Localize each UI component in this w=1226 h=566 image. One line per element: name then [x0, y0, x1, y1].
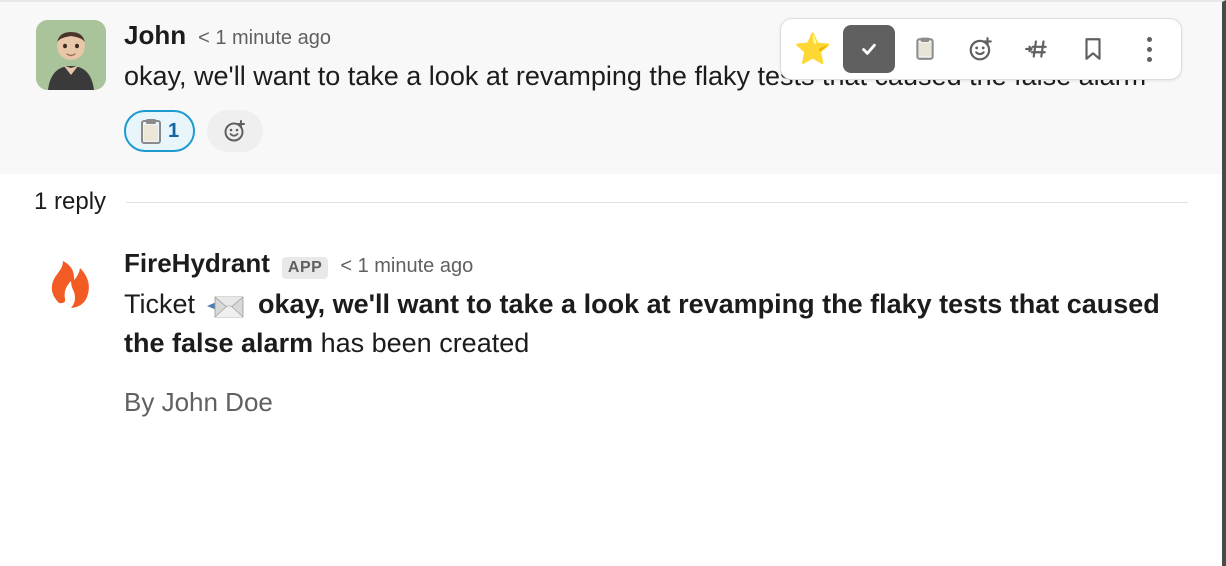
forward-to-channel-icon [1024, 36, 1050, 62]
separator-line [126, 202, 1188, 203]
bookmark-icon [1080, 36, 1106, 62]
more-actions-button[interactable] [1123, 25, 1175, 73]
clipboard-icon [140, 118, 162, 144]
slack-thread-view: ⭐ [0, 0, 1226, 566]
message-author[interactable]: John [124, 20, 186, 51]
incoming-envelope-icon [205, 289, 245, 323]
message-timestamp[interactable]: < 1 minute ago [198, 27, 331, 50]
bookmark-button[interactable] [1067, 25, 1119, 73]
thread-replies-count[interactable]: 1 reply [34, 188, 106, 216]
emoji-add-icon [968, 36, 994, 62]
avatar-john[interactable] [36, 20, 106, 90]
mark-done-button[interactable] [843, 25, 895, 73]
star-icon[interactable]: ⭐ [787, 25, 839, 73]
check-icon [856, 36, 882, 62]
message-firehydrant[interactable]: FireHydrant APP < 1 minute ago Ticket [0, 230, 1222, 436]
clipboard-icon [912, 36, 938, 62]
ticket-prefix: Ticket [124, 289, 195, 319]
ticket-byline: By John Doe [124, 387, 1186, 418]
share-to-channel-button[interactable] [1011, 25, 1063, 73]
reaction-clipboard[interactable]: 1 [124, 110, 195, 152]
message-timestamp[interactable]: < 1 minute ago [340, 255, 473, 278]
message-hover-toolbar: ⭐ [780, 18, 1182, 80]
add-reaction-button[interactable] [955, 25, 1007, 73]
emoji-add-icon [223, 119, 247, 143]
message-john[interactable]: ⭐ [0, 2, 1222, 174]
ticket-title: okay, we'll want to take a look at revam… [124, 289, 1160, 358]
add-reaction-button[interactable] [207, 110, 263, 152]
app-badge: APP [282, 257, 328, 279]
message-reactions: 1 [124, 110, 1186, 152]
message-author[interactable]: FireHydrant [124, 248, 270, 279]
clipboard-button[interactable] [899, 25, 951, 73]
avatar-firehydrant[interactable] [36, 248, 106, 318]
ticket-suffix: has been created [313, 328, 529, 358]
thread-replies-separator: 1 reply [0, 174, 1222, 230]
more-actions-icon [1147, 37, 1152, 62]
reaction-count: 1 [168, 120, 179, 143]
message-text: Ticket okay, we'll want to take a look a… [124, 285, 1186, 363]
